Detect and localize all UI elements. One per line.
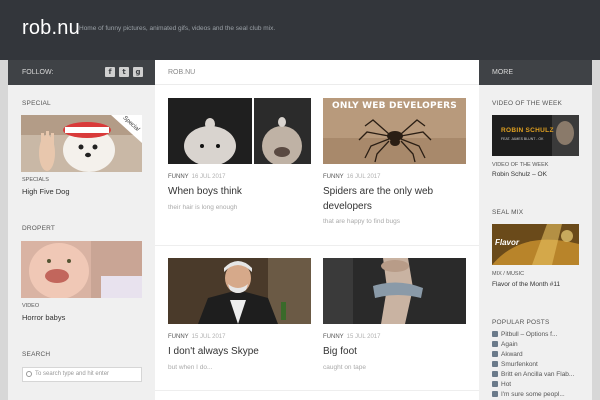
popular-post-item[interactable]: Pitbull – Options f... (492, 331, 557, 338)
high-five-dog-thumbnail[interactable]: Special (21, 115, 142, 172)
dropert-category[interactable]: VIDEO (22, 303, 39, 309)
post-title[interactable]: I don't always Skype (168, 344, 308, 359)
post-thumbnail[interactable] (168, 258, 311, 324)
post-date: 15 JUL 2017 (191, 334, 226, 340)
video-category[interactable]: VIDEO OF THE WEEK (492, 162, 548, 168)
right-edge (592, 60, 600, 400)
right-sidebar: VIDEO OF THE WEEK ROBIN SCHULZ FEAT. JAM… (479, 85, 592, 400)
post-date: 15 JUL 2017 (346, 334, 381, 340)
post-excerpt: but when I do... (168, 364, 213, 371)
post-category[interactable]: FUNNY 15 JUL 2017 (323, 334, 380, 340)
seal-mix-category[interactable]: MIX / MUSIC (492, 271, 524, 277)
main-content: FUNNY 16 JUL 2017 When boys think their h… (155, 85, 479, 400)
video-of-the-week-thumbnail[interactable]: ROBIN SCHULZ FEAT. JAMES BLUNT - OK (492, 115, 579, 156)
site-title[interactable]: rob.nu (22, 17, 80, 40)
special-heading: SPECIAL (22, 100, 51, 107)
post-title[interactable]: Big foot (323, 344, 463, 359)
post-category[interactable]: FUNNY 16 JUL 2017 (323, 174, 380, 180)
popular-post-item[interactable]: Smurfenkont (492, 361, 538, 368)
search-heading: SEARCH (22, 351, 51, 358)
special-category[interactable]: SPECIALS (22, 177, 49, 183)
search-icon (26, 371, 32, 377)
post-thumbnail-icon (492, 351, 498, 357)
post-thumbnail[interactable]: ONLY WEB DEVELOPERS (323, 98, 466, 164)
follow-bar: FOLLOW: f t g (8, 60, 155, 85)
facebook-icon[interactable]: f (105, 67, 115, 77)
dropert-heading: DROPERT (22, 225, 56, 232)
left-sidebar: SPECIAL Special SPECIALS High Five Dog D… (8, 85, 155, 400)
popular-post-item[interactable]: Again (492, 341, 518, 348)
row-divider (155, 390, 479, 391)
more-bar: MORE (479, 60, 592, 85)
post-thumbnail-icon (492, 391, 498, 397)
post-date: 16 JUL 2017 (191, 174, 226, 180)
site-header: rob.nu Home of funny pictures, animated … (0, 0, 600, 60)
video-title[interactable]: Robin Schulz – OK (492, 171, 547, 178)
popular-post-item[interactable]: Britt en Ancilla van Flab... (492, 371, 574, 378)
seal-mix-title[interactable]: Flavor of the Month #11 (492, 281, 560, 288)
popular-post-item[interactable]: I'm sure some peopl... (492, 391, 565, 398)
post-excerpt: that are happy to find bugs (323, 218, 400, 225)
post-excerpt: caught on tape (323, 364, 367, 371)
follow-label: FOLLOW: (22, 69, 54, 76)
post-thumbnail-icon (492, 331, 498, 337)
video-heading: VIDEO OF THE WEEK (492, 100, 563, 107)
search-placeholder: To search type and hit enter (35, 371, 110, 377)
post-thumbnail-icon (492, 371, 498, 377)
seal-mix-heading: SEAL MIX (492, 209, 524, 216)
video-overlay-title: ROBIN SCHULZ (501, 127, 554, 134)
google-plus-icon[interactable]: g (133, 67, 143, 77)
seal-mix-thumbnail[interactable]: Flavor (492, 224, 579, 265)
post-excerpt: their hair is long enough (168, 204, 238, 211)
post-thumbnail[interactable] (168, 98, 311, 164)
post-thumbnail-icon (492, 361, 498, 367)
post-title[interactable]: When boys think (168, 184, 308, 199)
more-label: MORE (492, 69, 513, 76)
video-overlay-subtitle: FEAT. JAMES BLUNT - OK (501, 137, 544, 141)
post-thumbnail-icon (492, 341, 498, 347)
post-thumbnail-icon (492, 381, 498, 387)
section-bar: ROB.NU (155, 60, 479, 85)
section-label: ROB.NU (168, 69, 196, 76)
post-title[interactable]: Spiders are the only web developers (323, 184, 463, 214)
post-thumbnail[interactable] (323, 258, 466, 324)
special-title[interactable]: High Five Dog (22, 187, 70, 196)
site-tagline: Home of funny pictures, animated gifs, v… (79, 25, 276, 32)
post-date: 16 JUL 2017 (346, 174, 381, 180)
twitter-icon[interactable]: t (119, 67, 129, 77)
seal-mix-overlay: Flavor (495, 238, 520, 247)
row-divider (155, 245, 479, 246)
post-category[interactable]: FUNNY 16 JUL 2017 (168, 174, 225, 180)
post-category[interactable]: FUNNY 15 JUL 2017 (168, 334, 225, 340)
search-input[interactable]: To search type and hit enter (22, 367, 142, 382)
popular-post-item[interactable]: Hot (492, 381, 511, 388)
left-edge (0, 60, 8, 400)
popular-posts-heading: POPULAR POSTS (492, 319, 550, 326)
horror-babys-thumbnail[interactable] (21, 241, 142, 298)
popular-post-item[interactable]: Akward (492, 351, 523, 358)
dropert-title[interactable]: Horror babys (22, 313, 65, 322)
image-caption: ONLY WEB DEVELOPERS (332, 101, 457, 111)
